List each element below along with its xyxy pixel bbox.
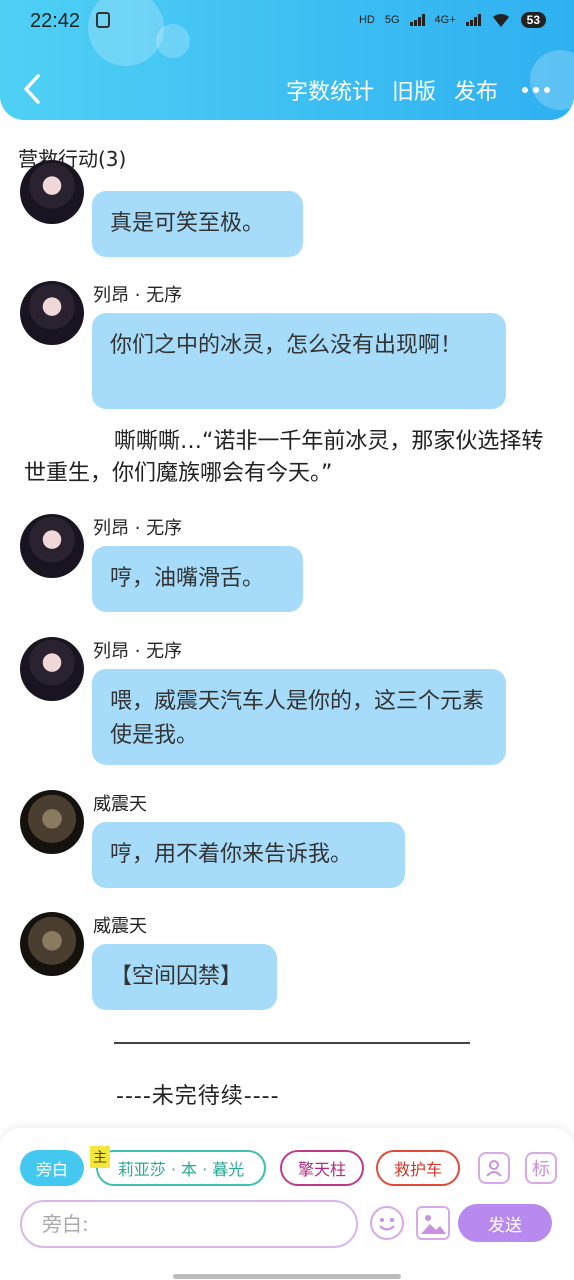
avatar[interactable] (20, 514, 84, 578)
message-item[interactable]: 列昂 · 无序 喂，威震天汽车人是你的，这三个元素使是我。 (20, 637, 560, 767)
send-button[interactable]: 发送 (458, 1204, 552, 1242)
message-bubble[interactable]: 你们之中的冰灵，怎么没有出现啊！ (92, 313, 506, 409)
role-selector: 旁白 莉亚莎 · 本 · 暮光 主 擎天柱 救护车 标 (20, 1146, 560, 1188)
hd-icon: HD (358, 14, 375, 26)
signal2-icon (465, 14, 481, 26)
image-icon[interactable] (416, 1206, 450, 1240)
tag-icon[interactable]: 标 (525, 1152, 557, 1184)
sender-name: 列昂 · 无序 (93, 518, 183, 539)
sender-name: 威震天 (93, 916, 147, 937)
avatar[interactable] (20, 912, 84, 976)
compose-panel: 旁白 莉亚莎 · 本 · 暮光 主 擎天柱 救护车 标 发送 (0, 1128, 574, 1280)
message-input[interactable] (20, 1200, 358, 1248)
sender-name: 列昂 · 无序 (93, 285, 183, 306)
status-time: 22:42 (30, 10, 81, 32)
header-actions: 字数统计 旧版 发布 (286, 74, 550, 106)
wifi-icon (492, 13, 509, 27)
message-bubble[interactable]: 哼，用不着你来告诉我。 (92, 822, 405, 888)
status-bar: 22:42 HD 5G 4G+ 53 (0, 0, 574, 44)
contact-card-icon[interactable] (478, 1152, 510, 1184)
avatar[interactable] (20, 637, 84, 701)
input-row: 发送 (20, 1200, 560, 1248)
status-icons: HD 5G 4G+ 53 (359, 12, 546, 28)
notification-icon (96, 12, 110, 28)
back-arrow-icon[interactable] (18, 72, 44, 106)
avatar[interactable] (20, 281, 84, 345)
message-item[interactable]: 威震天 【空间囚禁】 (20, 912, 560, 1012)
app-header: 22:42 HD 5G 4G+ 53 字数统计 旧版 发布 (0, 0, 574, 120)
battery-indicator: 53 (520, 12, 546, 28)
message-item[interactable]: 真是可笑至极。 (20, 160, 560, 260)
avatar[interactable] (20, 790, 84, 854)
divider-line (114, 1042, 470, 1044)
narration-text: 嘶嘶嘶…“诺非一千年前冰灵，那家伙选择转世重生，你们魔族哪会有今天。” (24, 429, 544, 486)
word-count-button[interactable]: 字数统计 (286, 74, 374, 106)
message-bubble[interactable]: 哼，油嘴滑舌。 (92, 546, 303, 612)
message-item[interactable]: 列昂 · 无序 哼，油嘴滑舌。 (20, 514, 560, 614)
message-bubble[interactable]: 喂，威震天汽车人是你的，这三个元素使是我。 (92, 669, 506, 765)
message-bubble[interactable]: 真是可笑至极。 (92, 191, 303, 257)
to-be-continued-text: ----未完待续---- (116, 1084, 280, 1109)
more-options-icon[interactable] (522, 87, 550, 93)
signal-icon (409, 14, 425, 26)
network2-label: 4G+ (434, 14, 456, 26)
sender-name: 威震天 (93, 794, 147, 815)
sender-name: 列昂 · 无序 (93, 641, 183, 662)
message-item[interactable]: 列昂 · 无序 你们之中的冰灵，怎么没有出现啊！ (20, 281, 560, 411)
role-chip-liyasha[interactable]: 莉亚莎 · 本 · 暮光 (96, 1150, 266, 1186)
publish-button[interactable]: 发布 (454, 74, 498, 106)
role-chip-narrator[interactable]: 旁白 (20, 1150, 84, 1186)
avatar[interactable] (20, 160, 84, 224)
main-role-tag: 主 (90, 1146, 110, 1168)
message-bubble[interactable]: 【空间囚禁】 (92, 944, 277, 1010)
role-chip-optimus[interactable]: 擎天柱 (280, 1150, 364, 1186)
emoji-icon[interactable] (370, 1206, 404, 1240)
old-version-button[interactable]: 旧版 (392, 74, 436, 106)
home-indicator[interactable] (173, 1274, 401, 1279)
network-label: 5G (384, 14, 400, 26)
message-item[interactable]: 威震天 哼，用不着你来告诉我。 (20, 790, 560, 890)
role-chip-ratchet[interactable]: 救护车 (376, 1150, 460, 1186)
